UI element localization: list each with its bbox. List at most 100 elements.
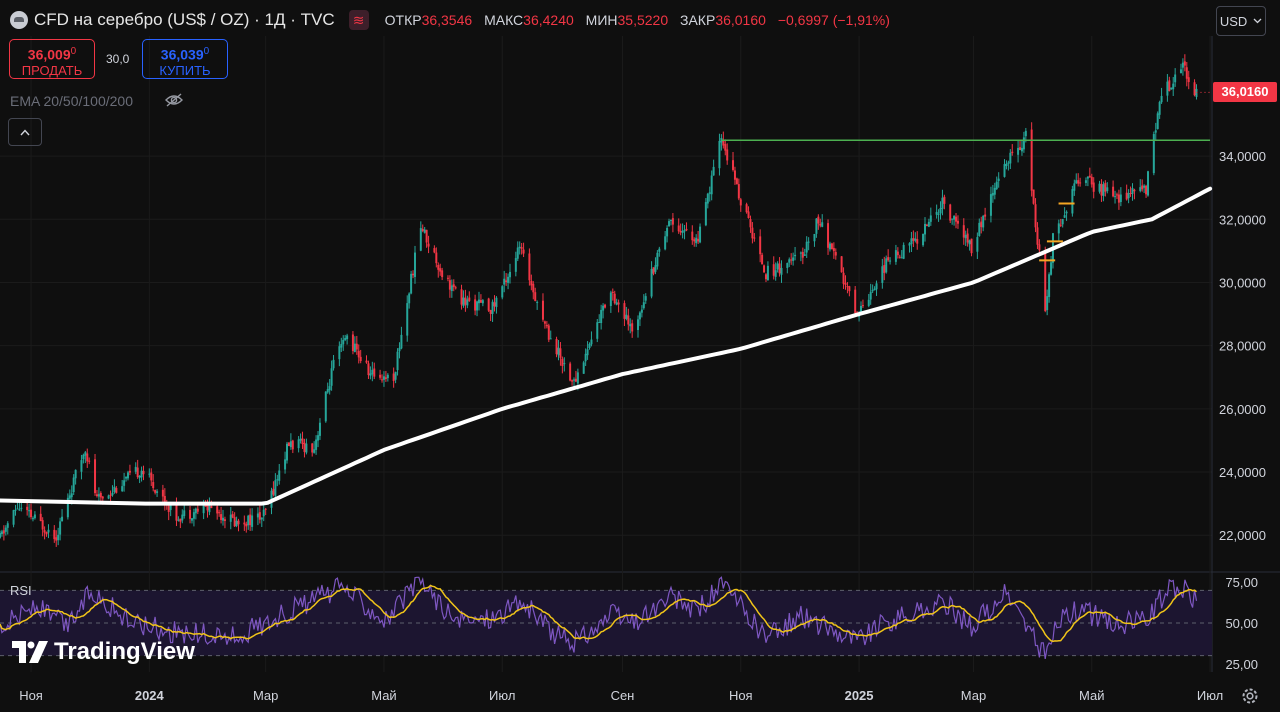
candle-down (691, 225, 694, 245)
candle-up (908, 242, 911, 253)
time-axis-label: Сен (611, 688, 635, 703)
candle-up (121, 480, 124, 493)
candle-up (995, 176, 998, 191)
candle-up (596, 319, 599, 343)
candle-up (720, 134, 723, 151)
candle-down (115, 486, 118, 494)
rsi-label[interactable]: RSI (10, 583, 32, 598)
candle-down (520, 242, 523, 255)
candle-up (509, 263, 512, 284)
candle-down (545, 321, 548, 329)
candle-down (439, 263, 442, 276)
candle-up (419, 221, 422, 252)
candle-down (790, 253, 793, 265)
candle-up (536, 300, 539, 310)
candle-down (505, 273, 508, 286)
candle-up (192, 508, 195, 527)
candle-up (1195, 84, 1198, 100)
candle-up (346, 333, 349, 345)
candle-up (406, 295, 409, 342)
candle-down (2, 525, 5, 541)
candle-up (699, 223, 702, 244)
candle-up (668, 218, 671, 227)
price-axis-label: 26,0000 (1219, 402, 1266, 417)
buy-button[interactable]: 36,0390 КУПИТЬ (142, 39, 228, 79)
candle-up (111, 485, 114, 497)
candle-down (547, 323, 550, 343)
candle-up (297, 436, 300, 453)
ema-indicator-label[interactable]: EMA 20/50/100/200 (10, 93, 133, 109)
candle-down (801, 247, 804, 265)
candle-up (140, 466, 143, 482)
candle-up (14, 504, 17, 516)
candle-up (794, 246, 797, 261)
candle-up (82, 453, 85, 464)
candle-up (66, 493, 69, 520)
time-axis-label: 2025 (845, 688, 874, 703)
candle-down (1011, 144, 1014, 156)
candle-up (382, 371, 385, 387)
candle-down (697, 230, 700, 245)
candle-up (410, 270, 413, 295)
candle-up (518, 241, 521, 255)
candle-up (805, 236, 808, 258)
candle-down (827, 219, 830, 255)
candle-down (898, 254, 901, 259)
gear-icon[interactable] (1240, 686, 1260, 706)
candle-up (398, 342, 401, 359)
candle-up (1063, 207, 1066, 218)
candlesticks (0, 54, 1198, 547)
indicator-badge-icon[interactable]: ≋ (348, 10, 369, 30)
symbol-title[interactable]: CFD на серебро (US$ / OZ) · 1Д · TVC (34, 10, 335, 30)
candle-up (922, 233, 925, 247)
candle-up (968, 239, 971, 251)
currency-selector[interactable]: USD (1216, 6, 1266, 36)
candle-down (955, 213, 958, 229)
candle-down (30, 503, 33, 520)
candle-up (324, 391, 327, 423)
candle-down (753, 233, 756, 242)
candle-down (761, 252, 764, 265)
price-axis-label: 22,0000 (1219, 528, 1266, 543)
candle-down (249, 508, 252, 531)
candle-down (1187, 70, 1190, 90)
candle-up (867, 294, 870, 308)
candle-down (1185, 61, 1188, 87)
candle-up (12, 509, 15, 528)
candle-up (1119, 187, 1122, 207)
candle-down (220, 506, 223, 524)
candle-down (541, 293, 544, 322)
candle-up (615, 298, 618, 306)
candle-down (555, 336, 558, 358)
candle-down (1100, 179, 1103, 202)
price-chart[interactable]: 22,0000 24,0000 26,0000 28,0000 30,0000 32,00… (0, 0, 1280, 712)
candle-down (43, 526, 46, 540)
candle-down (970, 238, 973, 257)
time-axis-label: Май (1079, 688, 1104, 703)
candle-up (1166, 74, 1169, 102)
sell-button[interactable]: 36,0090 ПРОДАТЬ (9, 39, 95, 79)
candle-up (609, 290, 612, 313)
candle-down (772, 256, 775, 280)
candle-down (55, 530, 58, 547)
candle-up (284, 451, 287, 474)
candle-up (315, 435, 318, 455)
candle-down (530, 274, 533, 291)
candle-down (966, 228, 969, 247)
eye-hidden-icon[interactable] (164, 92, 184, 108)
candle-down (604, 303, 607, 309)
candle-up (235, 516, 238, 528)
candle-down (231, 511, 234, 519)
candle-down (311, 442, 314, 457)
candle-up (286, 441, 289, 464)
price-axis-label: 34,0000 (1219, 149, 1266, 164)
collapse-legend-button[interactable] (8, 118, 42, 146)
candle-up (563, 357, 566, 372)
candle-up (642, 294, 645, 310)
tradingview-logo[interactable]: TradingView (12, 636, 195, 668)
candle-up (1057, 219, 1060, 242)
candle-up (326, 382, 329, 394)
candle-down (532, 281, 535, 300)
candle-up (1102, 181, 1105, 202)
candle-up (1084, 177, 1087, 187)
